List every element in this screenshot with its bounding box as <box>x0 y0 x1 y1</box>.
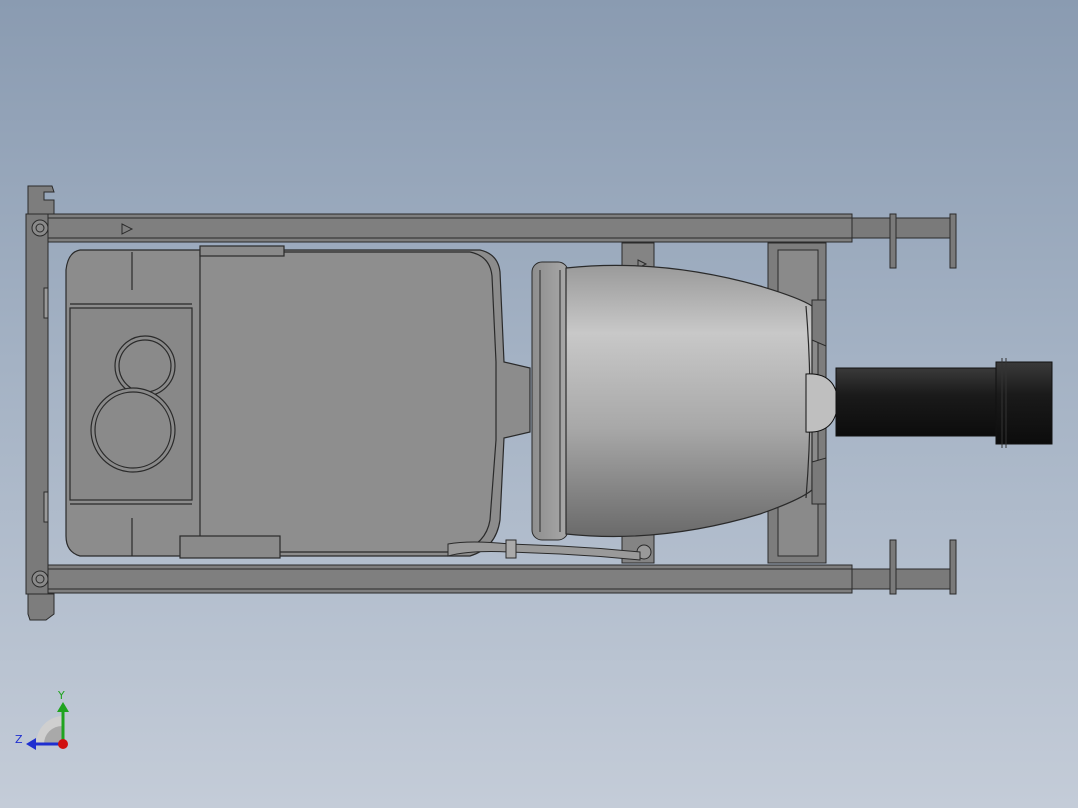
x-axis-dot <box>58 739 68 749</box>
y-axis-arrowhead <box>57 702 69 712</box>
valve-housing <box>565 264 813 538</box>
graphics-viewport[interactable]: Y Z <box>0 0 1078 808</box>
z-axis-label: Z <box>15 733 23 746</box>
housing-flange <box>531 261 569 541</box>
orientation-triad: Y Z <box>15 689 69 750</box>
flexible-hose <box>447 539 641 561</box>
z-axis-arrowhead <box>26 738 36 750</box>
left-end-plate <box>25 185 55 621</box>
y-axis-label: Y <box>57 689 65 702</box>
model-view[interactable]: Y Z <box>0 0 1078 808</box>
outlet-pipe <box>805 358 1053 448</box>
